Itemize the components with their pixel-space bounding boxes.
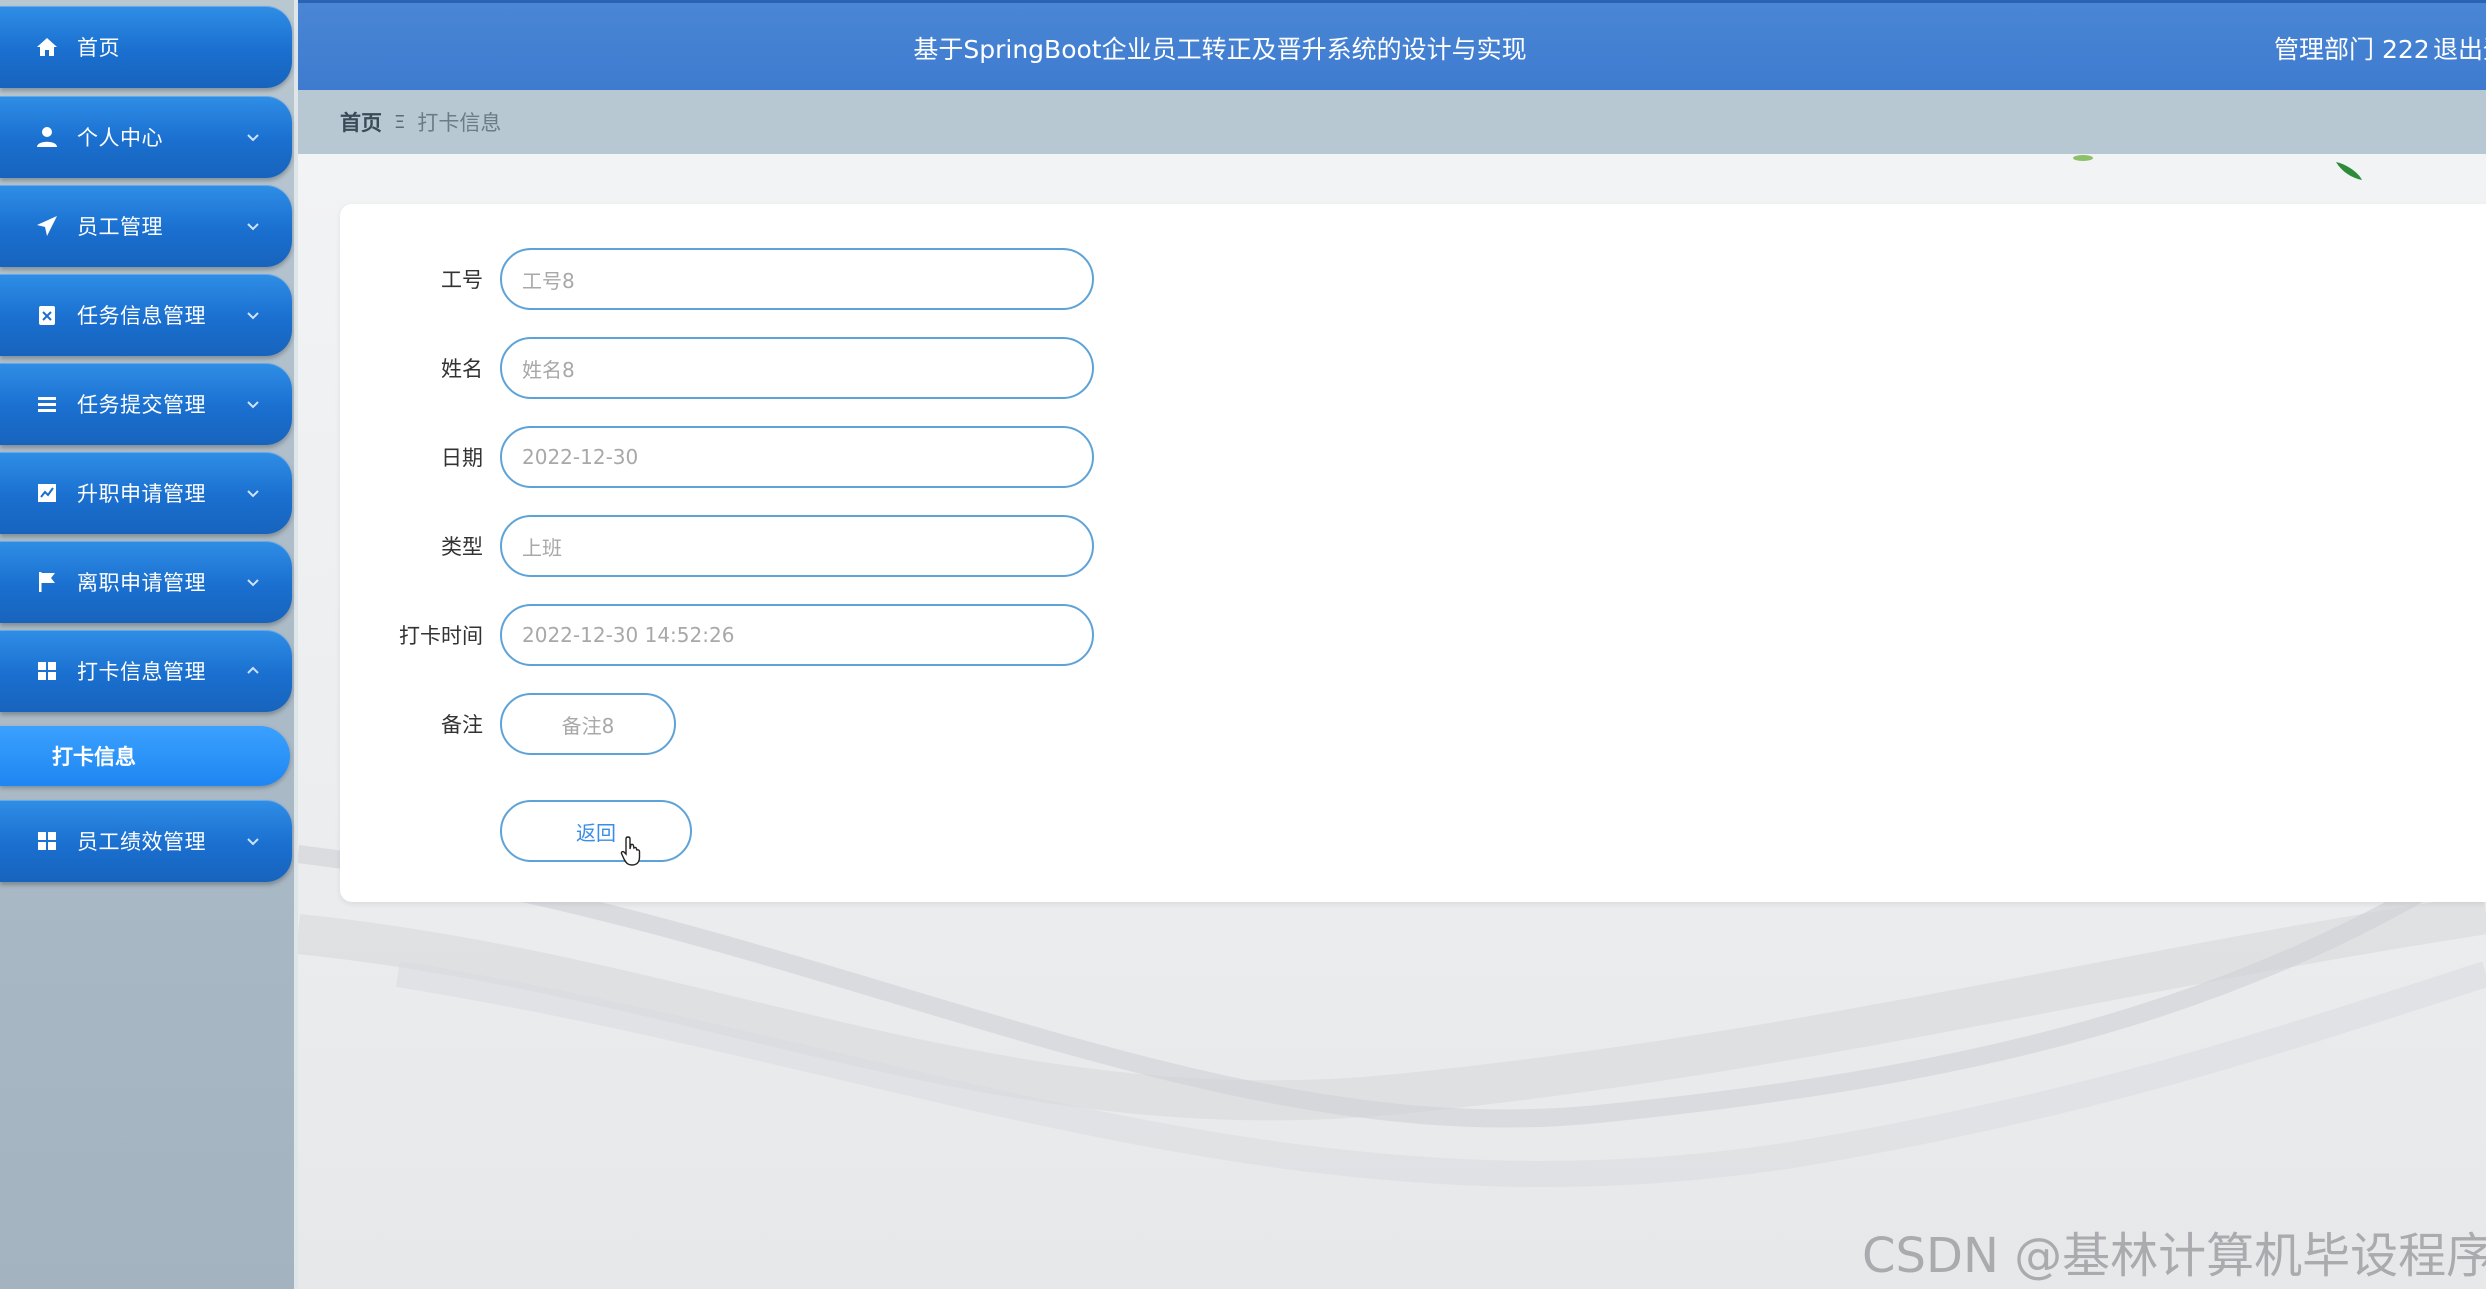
field-label: 日期 [441,446,483,470]
grid-icon [34,828,60,854]
form-row-remark: 备注 备注8 [340,693,1140,755]
back-button[interactable]: 返回 [500,800,692,862]
watermark: CSDN @基林计算机毕设程序 [1862,1228,2486,1284]
chevron-down-icon [244,217,262,235]
sidebar-item-label: 首页 [77,36,120,60]
flag-icon [34,569,60,595]
breadcrumb-home[interactable]: 首页 [340,107,382,137]
chevron-up-icon [244,662,262,680]
sidebar-subitem-clockin-info[interactable]: 打卡信息 [0,726,290,786]
chevron-down-icon [244,128,262,146]
form-row-type: 类型 上班 [340,515,1140,577]
sidebar-item-label: 员工绩效管理 [77,830,206,854]
sidebar-item-resignation-management[interactable]: 离职申请管理 [0,541,292,623]
field-label: 类型 [441,535,483,559]
list-icon [34,391,60,417]
sidebar-item-home[interactable]: 首页 [0,6,292,88]
main-content: 工号 工号8 姓名 姓名8 日期 2022-12-30 类型 上班 打卡时间 2… [298,154,2486,1289]
form-row-employee-id: 工号 工号8 [340,248,1140,310]
employee-id-field[interactable]: 工号8 [500,248,1094,310]
field-label: 姓名 [441,357,483,381]
user-name: 管理部门 222 [2274,35,2430,64]
sidebar-item-task-submit-management[interactable]: 任务提交管理 [0,363,292,445]
field-label: 打卡时间 [399,624,483,648]
sidebar-item-label: 员工管理 [77,215,163,239]
leaf-decoration [2336,162,2362,180]
chevron-down-icon [244,395,262,413]
field-label: 工号 [441,268,483,292]
breadcrumb-current: 打卡信息 [417,111,502,135]
sidebar-item-clockin-management[interactable]: 打卡信息管理 [0,630,292,712]
logout-link[interactable]: 退出登 [2433,3,2486,93]
sidebar-item-performance-management[interactable]: 员工绩效管理 [0,800,292,882]
form-row-date: 日期 2022-12-30 [340,426,1140,488]
sidebar-item-promotion-management[interactable]: 升职申请管理 [0,452,292,534]
breadcrumb-bar: 首页 Ξ 打卡信息 [298,90,2486,154]
chevron-down-icon [244,306,262,324]
breadcrumb: 首页 Ξ 打卡信息 [340,90,501,154]
field-label: 备注 [441,713,483,737]
chart-icon [34,480,60,506]
chevron-down-icon [244,832,262,850]
breadcrumb-separator: Ξ [394,111,406,133]
sidebar-subitem-label: 打卡信息 [52,745,136,769]
date-field[interactable]: 2022-12-30 [500,426,1094,488]
sidebar-item-label: 个人中心 [77,126,163,150]
sidebar: 首页 个人中心 员工管理 任务信息管理 任务提交管理 升职申请管理 离职申请管理… [0,0,298,1289]
hand-cursor-icon [620,836,641,866]
sidebar-item-label: 打卡信息管理 [77,660,206,684]
type-field[interactable]: 上班 [500,515,1094,577]
sidebar-item-personal-center[interactable]: 个人中心 [0,96,292,178]
name-field[interactable]: 姓名8 [500,337,1094,399]
form-row-name: 姓名 姓名8 [340,337,1140,399]
form-row-clockin-time: 打卡时间 2022-12-30 14:52:26 [340,604,1140,666]
chevron-down-icon [244,484,262,502]
clipboard-icon [34,302,60,328]
chevron-down-icon [244,573,262,591]
sidebar-item-label: 任务提交管理 [77,393,206,417]
user-icon [34,124,60,150]
clockin-time-field[interactable]: 2022-12-30 14:52:26 [500,604,1094,666]
sidebar-item-label: 升职申请管理 [77,482,206,506]
page-title: 基于SpringBoot企业员工转正及晋升系统的设计与实现 [913,35,1527,64]
grid-icon [34,658,60,684]
remark-field[interactable]: 备注8 [500,693,676,755]
top-header: 基于SpringBoot企业员工转正及晋升系统的设计与实现 管理部门 222 退… [298,0,2486,90]
sidebar-item-task-info-management[interactable]: 任务信息管理 [0,274,292,356]
leaf-decoration [2073,155,2093,161]
home-icon [34,34,60,60]
sidebar-item-label: 离职申请管理 [77,571,206,595]
detail-form-card: 工号 工号8 姓名 姓名8 日期 2022-12-30 类型 上班 打卡时间 2… [340,204,2486,902]
send-icon [34,213,60,239]
sidebar-item-label: 任务信息管理 [77,304,206,328]
app: 首页 个人中心 员工管理 任务信息管理 任务提交管理 升职申请管理 离职申请管理… [0,0,2486,1289]
sidebar-item-employee-management[interactable]: 员工管理 [0,185,292,267]
